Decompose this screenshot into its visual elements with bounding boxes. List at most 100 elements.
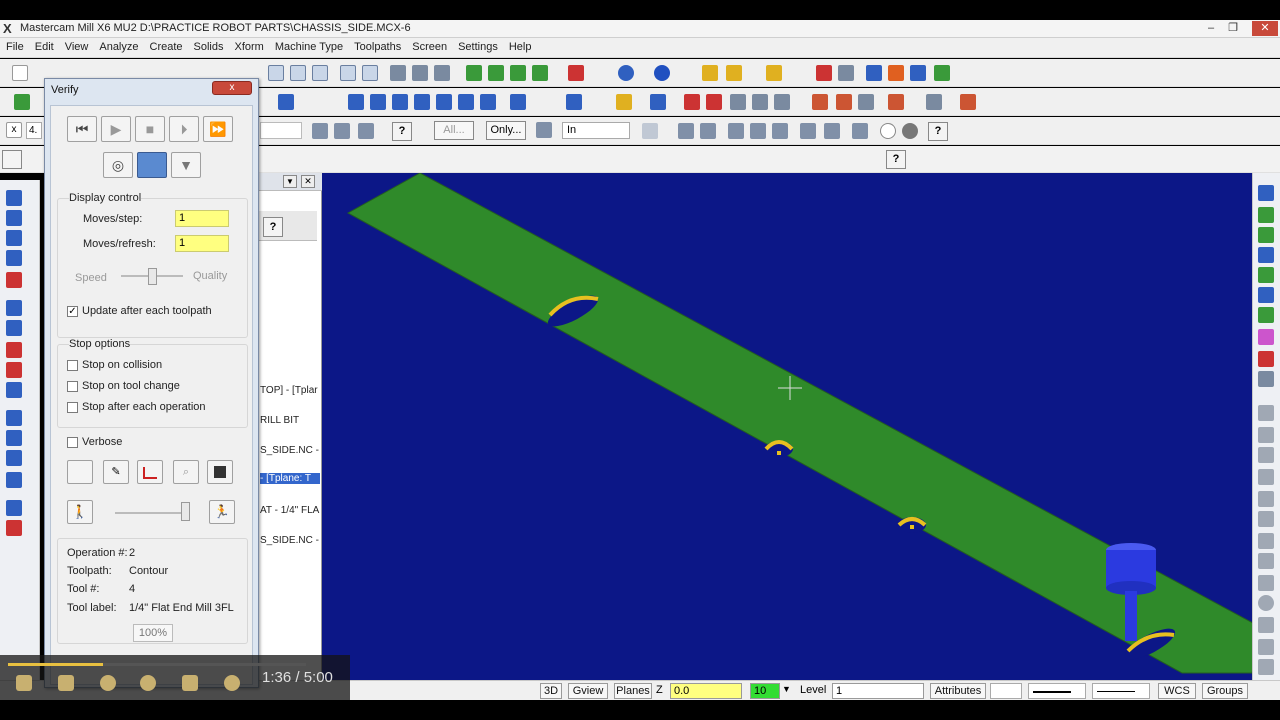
fit-screen-icon[interactable]: [268, 65, 284, 81]
only-button[interactable]: Only...: [486, 121, 526, 140]
unhide-entity-icon[interactable]: [434, 65, 450, 81]
face-select-icon[interactable]: [728, 123, 744, 139]
new-file-icon[interactable]: [12, 65, 28, 81]
chain-icon[interactable]: [370, 94, 386, 110]
save-stl-icon[interactable]: [207, 460, 233, 484]
solid-display-icon[interactable]: [137, 152, 167, 178]
line-width-select[interactable]: [1092, 683, 1150, 699]
dimension-icon[interactable]: [730, 94, 746, 110]
slow-walk-icon[interactable]: 🚶: [67, 500, 93, 524]
view-normal-icon[interactable]: [1258, 267, 1274, 283]
entity-filter-icon[interactable]: [642, 123, 658, 139]
op-line-selected[interactable]: - [Tplane: T: [260, 473, 320, 484]
select-icon[interactable]: [348, 94, 364, 110]
window-select-icon[interactable]: [392, 94, 408, 110]
wireframe-view-icon[interactable]: [466, 65, 482, 81]
frame-icon[interactable]: [858, 94, 874, 110]
loop-select-icon[interactable]: [824, 123, 840, 139]
x-coord-icon[interactable]: x: [6, 122, 22, 138]
view-cplane-icon[interactable]: [1258, 351, 1274, 367]
mode-11-icon[interactable]: [1258, 617, 1274, 633]
wcs-button[interactable]: WCS: [1158, 683, 1196, 699]
all-button[interactable]: All...: [434, 121, 474, 140]
mode-9-icon[interactable]: [1258, 575, 1274, 591]
shaded-edges-icon[interactable]: [510, 65, 526, 81]
moves-step-input[interactable]: 1: [175, 210, 229, 227]
menu-file[interactable]: File: [0, 38, 29, 53]
rewind-button[interactable]: ⏮: [67, 116, 97, 142]
z-depth-input[interactable]: 0.0: [670, 683, 742, 699]
menu-solids[interactable]: Solids: [188, 38, 229, 53]
zoom-in-icon[interactable]: [312, 65, 328, 81]
join-tool-icon[interactable]: [6, 450, 22, 466]
groups-button[interactable]: Groups: [1202, 683, 1248, 699]
break-tool-icon[interactable]: [6, 430, 22, 446]
verify-close-button[interactable]: x: [212, 81, 252, 95]
grid-icon[interactable]: [838, 65, 854, 81]
stock-display-icon[interactable]: ◎: [103, 152, 133, 178]
fast-forward-button[interactable]: ⏩: [203, 116, 233, 142]
rect-tool-icon[interactable]: [6, 272, 22, 288]
trim-icon[interactable]: [510, 94, 526, 110]
line-style-select[interactable]: [1028, 683, 1086, 699]
op-line[interactable]: RILL BIT: [260, 415, 320, 426]
mode-12-icon[interactable]: [1258, 639, 1274, 655]
snap-icon[interactable]: [312, 123, 328, 139]
menu-settings[interactable]: Settings: [452, 38, 503, 53]
op-line[interactable]: AT - 1/4" FLA: [260, 505, 320, 516]
mirror-icon[interactable]: [616, 94, 632, 110]
point-tool-icon[interactable]: [6, 190, 22, 206]
step-forward-button[interactable]: ⏵: [169, 116, 199, 142]
revolve-icon[interactable]: [960, 94, 976, 110]
coord-dropdown[interactable]: [260, 122, 302, 139]
mode-6-icon[interactable]: [1258, 511, 1274, 527]
fast-run-icon[interactable]: 🏃: [209, 500, 235, 524]
toggle-icon[interactable]: [358, 123, 374, 139]
mode-1-icon[interactable]: [1258, 405, 1274, 421]
list-icon[interactable]: [706, 94, 722, 110]
select-help-icon[interactable]: ?: [928, 122, 948, 141]
menu-analyze[interactable]: Analyze: [93, 38, 143, 53]
line-tool-icon[interactable]: [6, 210, 22, 226]
video-user-icon[interactable]: [100, 675, 116, 691]
solid-tool-icon[interactable]: [6, 382, 22, 398]
view-side-icon[interactable]: [1258, 227, 1274, 243]
mode-4-icon[interactable]: [1258, 469, 1274, 485]
feature-select-icon[interactable]: [852, 123, 868, 139]
point-icon[interactable]: [278, 94, 294, 110]
pencil-icon[interactable]: [766, 65, 782, 81]
video-close-icon[interactable]: [224, 675, 240, 691]
view-tplane-icon[interactable]: [1258, 371, 1274, 387]
down-arrow-tool-icon[interactable]: [6, 250, 22, 266]
sphere-icon[interactable]: [654, 65, 670, 81]
gview-button[interactable]: Gview: [568, 683, 608, 699]
menu-screen[interactable]: Screen: [406, 38, 452, 53]
3d-button[interactable]: 3D: [540, 683, 562, 699]
delete-icon[interactable]: [816, 65, 832, 81]
plus-icon[interactable]: [14, 94, 30, 110]
hide-entity-icon[interactable]: [412, 65, 428, 81]
filter-icon[interactable]: [678, 123, 694, 139]
view-solid-icon[interactable]: [1258, 329, 1274, 345]
hatch-icon[interactable]: [774, 94, 790, 110]
offset-icon[interactable]: [566, 94, 582, 110]
point-style-select[interactable]: [990, 683, 1022, 699]
restore-button[interactable]: ❐: [1222, 21, 1244, 36]
menu-toolpaths[interactable]: Toolpaths: [348, 38, 406, 53]
end-select-icon[interactable]: [902, 123, 918, 139]
mode-2-icon[interactable]: [1258, 427, 1274, 443]
curve-tool-icon[interactable]: [6, 320, 22, 336]
attributes-button[interactable]: Attributes: [930, 683, 986, 699]
vertex-select-icon[interactable]: [800, 123, 816, 139]
ribbon-help-icon[interactable]: ?: [886, 150, 906, 169]
stop-tool-change-checkbox[interactable]: [67, 381, 78, 392]
help-icon[interactable]: ?: [392, 122, 412, 141]
update-checkbox[interactable]: ✓: [67, 306, 78, 317]
coord-input[interactable]: 4.: [26, 122, 42, 139]
zoom-window-icon[interactable]: [290, 65, 306, 81]
menu-xform[interactable]: Xform: [229, 38, 269, 53]
graphics-viewport[interactable]: [322, 173, 1252, 680]
view-top-icon[interactable]: [1258, 185, 1274, 201]
planes-button[interactable]: Planes: [614, 683, 652, 699]
polygon-select-icon[interactable]: [414, 94, 430, 110]
